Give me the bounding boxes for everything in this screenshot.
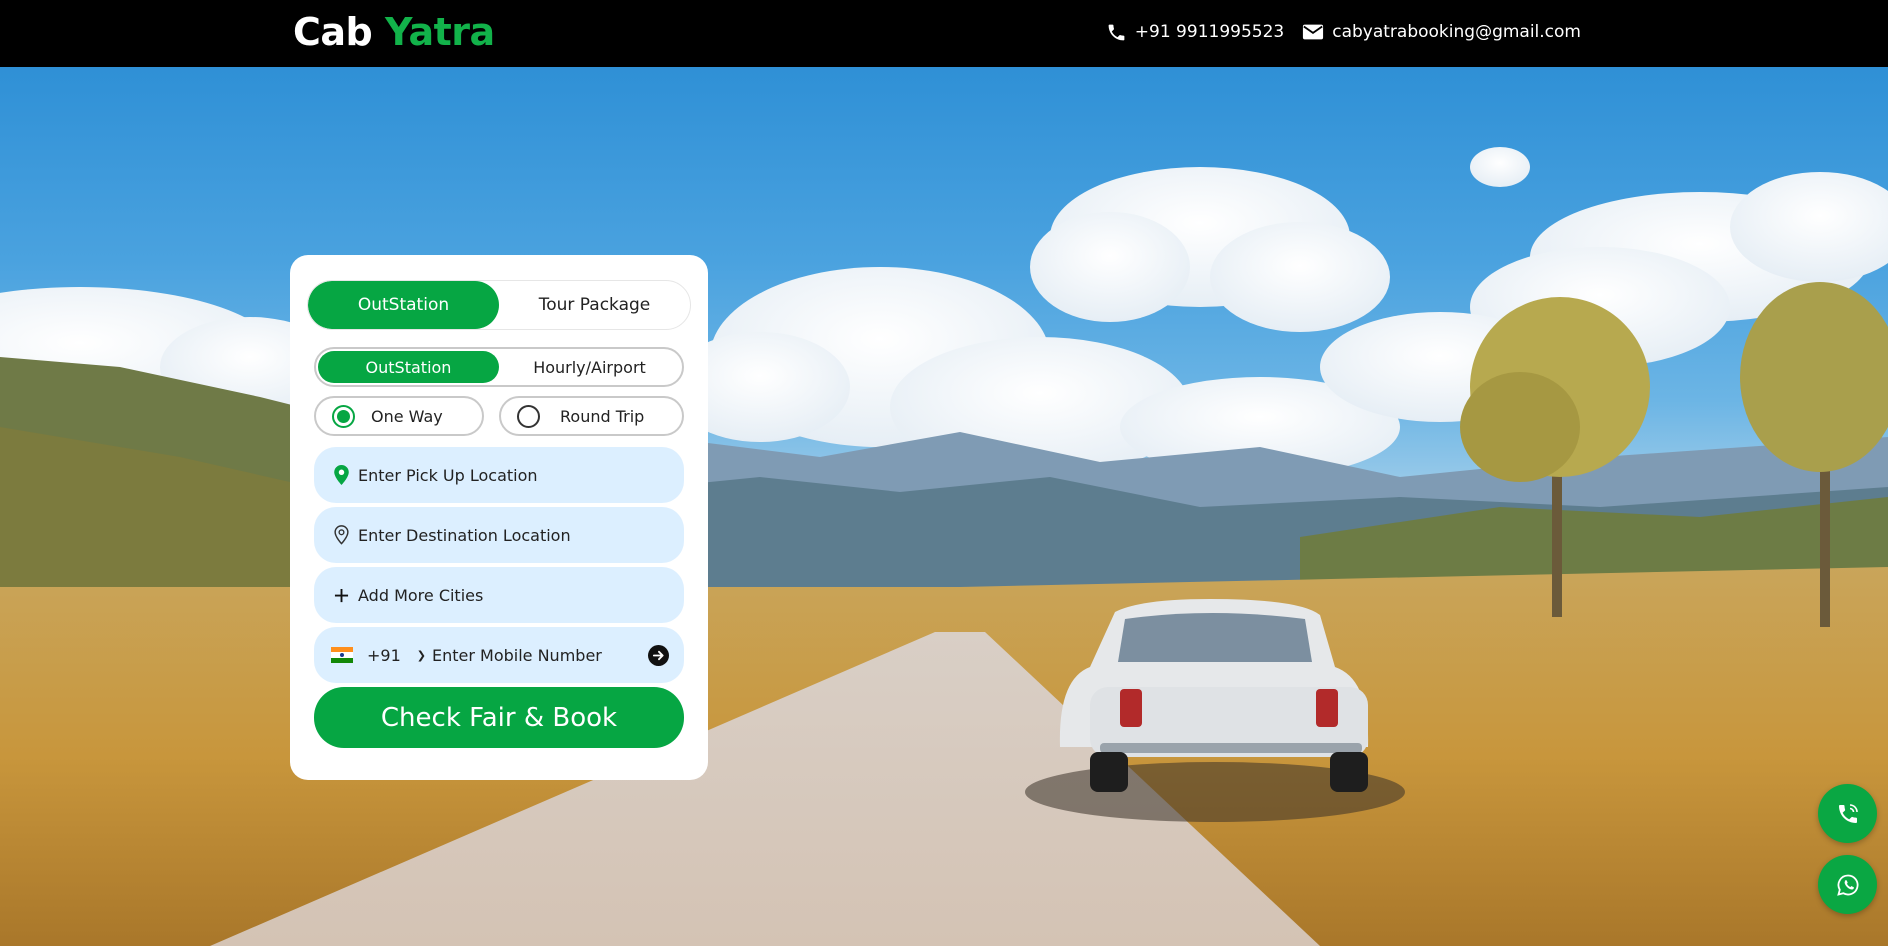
logo-text-cab: Cab: [293, 10, 373, 54]
phone-icon: [1108, 24, 1125, 40]
call-fab-button[interactable]: [1818, 784, 1877, 843]
subtab-hourly-airport[interactable]: Hourly/Airport: [499, 351, 680, 383]
hero-banner: [0, 67, 1888, 946]
pickup-placeholder: Enter Pick Up Location: [358, 465, 538, 485]
round-trip-option[interactable]: Round Trip: [499, 396, 684, 436]
one-way-option[interactable]: One Way: [314, 396, 484, 436]
destination-placeholder: Enter Destination Location: [358, 525, 571, 545]
map-pin-filled-icon: [331, 464, 351, 486]
email-address: cabyatrabooking@gmail.com: [1332, 22, 1581, 42]
phone-number: +91 9911995523: [1134, 22, 1285, 42]
pickup-location-input[interactable]: Enter Pick Up Location: [314, 447, 684, 503]
tab-outstation[interactable]: OutStation: [308, 281, 499, 329]
subtab-outstation[interactable]: OutStation: [318, 351, 499, 383]
destination-location-input[interactable]: Enter Destination Location: [314, 507, 684, 563]
whatsapp-fab-button[interactable]: [1818, 855, 1877, 914]
booking-type-tabs: OutStation Tour Package: [307, 280, 691, 330]
top-header: Cab Yatra +91 9911995523 cabyatrabooking…: [0, 0, 1888, 67]
tab-tour-package[interactable]: Tour Package: [499, 281, 690, 329]
booking-form-card: OutStation Tour Package OutStation Hourl…: [290, 255, 708, 780]
phone-link[interactable]: +91 9911995523: [1106, 22, 1284, 43]
map-pin-outline-icon: [331, 524, 351, 546]
add-more-cities-button[interactable]: Add More Cities: [314, 567, 684, 623]
plus-icon: [331, 584, 351, 606]
one-way-label: One Way: [371, 406, 443, 426]
trip-category-toggle: OutStation Hourly/Airport: [314, 347, 684, 387]
round-trip-label: Round Trip: [560, 406, 645, 426]
mobile-number-field[interactable]: +91 ❯ Enter Mobile Number: [314, 627, 684, 683]
check-fare-book-button[interactable]: Check Fair & Book: [314, 687, 684, 748]
envelope-icon: [1303, 24, 1324, 40]
arrow-right-icon[interactable]: [648, 645, 669, 666]
site-logo[interactable]: Cab Yatra: [293, 10, 495, 54]
whatsapp-icon: [1836, 874, 1858, 896]
logo-text-yatra: Yatra: [384, 10, 495, 54]
hero-landscape-image: [0, 147, 1888, 946]
mobile-placeholder: Enter Mobile Number: [431, 645, 602, 665]
phone-call-icon: [1838, 803, 1858, 823]
chevron-down-icon[interactable]: ❯: [417, 649, 426, 662]
round-trip-radio[interactable]: [517, 404, 540, 428]
email-link[interactable]: cabyatrabooking@gmail.com: [1302, 22, 1581, 42]
country-code-select[interactable]: +91: [367, 646, 401, 665]
one-way-radio[interactable]: [332, 404, 355, 428]
contact-bar: +91 9911995523 cabyatrabooking@gmail.com: [1106, 18, 1581, 46]
india-flag-icon: [331, 647, 353, 663]
add-cities-label: Add More Cities: [358, 585, 484, 605]
